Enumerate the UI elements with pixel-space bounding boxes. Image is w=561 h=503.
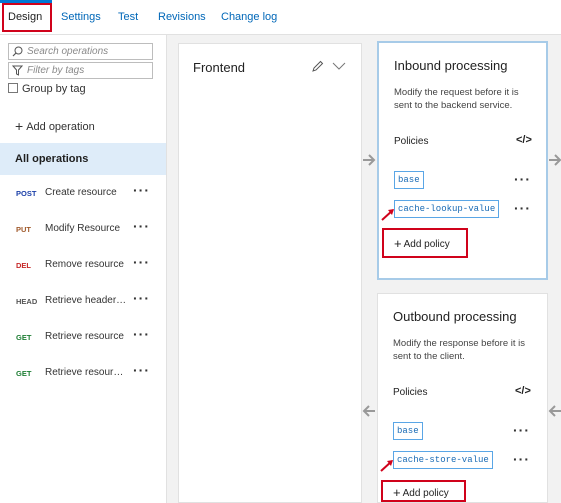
more-options-icon[interactable]: ··· (133, 182, 150, 198)
outbound-title: Outbound processing (393, 309, 517, 324)
arrow-left-icon (362, 405, 375, 417)
red-pointer-arrow-icon (381, 209, 394, 221)
filter-icon (12, 65, 23, 76)
policies-label: Policies (394, 136, 429, 147)
operation-name: Retrieve resource (45, 331, 124, 342)
inbound-description: Modify the request before it is sent to … (394, 87, 519, 111)
plus-icon: + (15, 118, 24, 134)
tab-settings[interactable]: Settings (61, 11, 101, 23)
operation-item[interactable]: GET Retrieve resource... ··· (0, 360, 166, 390)
http-verb-badge: GET (16, 369, 32, 378)
outbound-processing-card[interactable]: Outbound processing Modify the response … (377, 293, 548, 503)
inbound-title: Inbound processing (394, 58, 508, 73)
http-verb-badge: PUT (16, 225, 31, 234)
plus-icon: + (393, 485, 401, 500)
operation-name: Retrieve header o... (45, 295, 128, 306)
tab-change-log[interactable]: Change log (221, 11, 277, 23)
search-input[interactable]: Search operations (8, 43, 153, 60)
red-pointer-arrow-icon (380, 460, 393, 472)
group-by-tag-label: Group by tag (22, 83, 86, 95)
code-editor-icon[interactable]: </> (515, 385, 531, 397)
more-options-icon[interactable]: ··· (133, 326, 150, 342)
plus-icon: + (394, 236, 402, 251)
code-editor-icon[interactable]: </> (516, 134, 532, 146)
filter-input[interactable]: Filter by tags (8, 62, 153, 79)
all-operations-label: All operations (15, 153, 89, 165)
more-options-icon[interactable]: ··· (514, 171, 531, 187)
operation-item[interactable]: HEAD Retrieve header o... ··· (0, 288, 166, 318)
policy-chip-cache-lookup-value[interactable]: cache-lookup-value (394, 200, 500, 218)
search-placeholder: Search operations (27, 46, 109, 57)
more-options-icon[interactable]: ··· (133, 254, 150, 270)
more-options-icon[interactable]: ··· (133, 290, 150, 306)
policy-chip-cache-store-value[interactable]: cache-store-value (393, 451, 493, 469)
search-icon (12, 46, 23, 57)
add-policy-label: Add policy (402, 488, 449, 499)
add-policy-label: Add policy (403, 239, 450, 250)
group-by-tag-toggle[interactable]: Group by tag (8, 83, 86, 95)
filter-placeholder: Filter by tags (27, 65, 85, 76)
http-verb-badge: HEAD (16, 297, 38, 306)
policies-label: Policies (393, 387, 428, 398)
inbound-processing-card[interactable]: Inbound processing Modify the request be… (377, 41, 548, 280)
policy-chip-base[interactable]: base (394, 171, 424, 189)
more-options-icon[interactable]: ··· (133, 362, 150, 378)
http-verb-badge: POST (16, 189, 37, 198)
operation-item[interactable]: GET Retrieve resource ··· (0, 324, 166, 354)
operation-name: Modify Resource (45, 223, 121, 234)
operation-name: Create resource (45, 187, 117, 198)
more-options-icon[interactable]: ··· (513, 422, 530, 438)
tab-revisions[interactable]: Revisions (158, 11, 206, 23)
group-by-tag-checkbox[interactable] (8, 83, 18, 93)
design-canvas: Frontend Inbound processing Modify the r… (166, 35, 561, 503)
all-operations-item[interactable]: All operations (0, 143, 166, 175)
tab-test[interactable]: Test (118, 11, 138, 23)
chevron-down-icon[interactable] (332, 61, 346, 71)
arrow-right-icon (363, 154, 376, 166)
add-operation-label: Add operation (26, 121, 95, 133)
operation-item[interactable]: DEL Remove resource ··· (0, 252, 166, 282)
frontend-title: Frontend (193, 60, 246, 75)
operations-panel: Search operations Filter by tags Group b… (0, 35, 166, 503)
policy-chip-base[interactable]: base (393, 422, 423, 440)
edit-pencil-icon[interactable] (311, 60, 324, 73)
more-options-icon[interactable]: ··· (513, 451, 530, 467)
arrow-right-icon (549, 154, 561, 166)
operation-item[interactable]: PUT Modify Resource ··· (0, 216, 166, 246)
http-verb-badge: DEL (16, 261, 31, 270)
http-verb-badge: GET (16, 333, 32, 342)
operation-item[interactable]: POST Create resource ··· (0, 180, 166, 210)
add-operation-button[interactable]: + Add operation (15, 118, 95, 134)
operation-name: Retrieve resource... (45, 367, 128, 378)
operation-name: Remove resource (45, 259, 124, 270)
add-policy-button[interactable]: + Add policy (394, 236, 450, 251)
frontend-card: Frontend (178, 43, 362, 503)
tab-bar: Design Settings Test Revisions Change lo… (0, 0, 561, 35)
add-policy-button[interactable]: + Add policy (393, 485, 449, 500)
more-options-icon[interactable]: ··· (514, 200, 531, 216)
design-tab-highlight (2, 3, 52, 32)
arrow-left-icon (548, 405, 561, 417)
more-options-icon[interactable]: ··· (133, 218, 150, 234)
outbound-description: Modify the response before it is sent to… (393, 338, 526, 362)
